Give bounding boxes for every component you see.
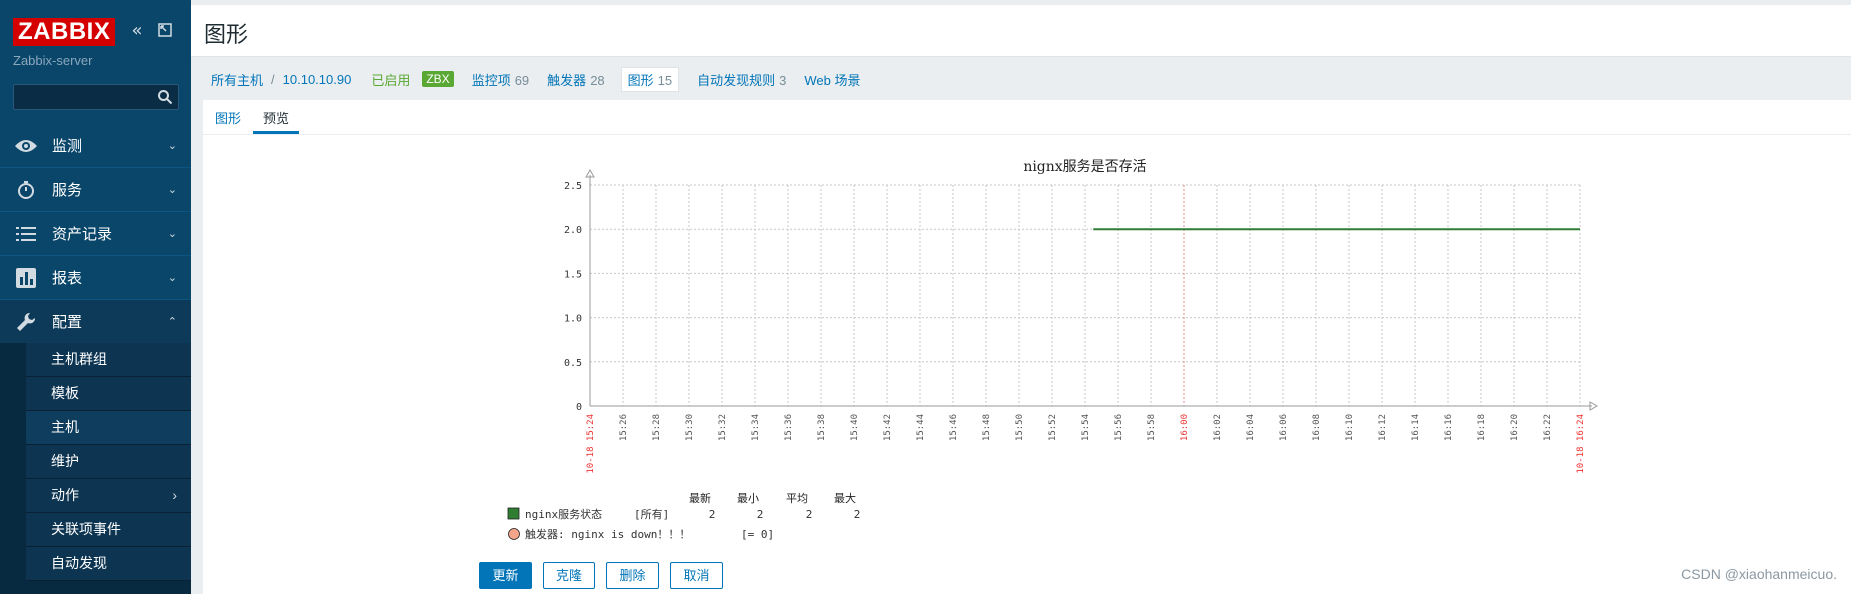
- x-tick-label: 16:08: [1312, 414, 1322, 441]
- x-tick-label: 16:00: [1180, 414, 1190, 441]
- x-tick-label: 15:48: [982, 414, 992, 441]
- legend-series-name: nginx服务状态: [525, 507, 602, 521]
- legend-header: 最新: [689, 491, 711, 505]
- y-tick-label: 2.5: [564, 181, 582, 192]
- legend-value: 2: [854, 508, 861, 521]
- legend-header: 平均: [786, 492, 808, 505]
- x-tick-label: 15:30: [685, 414, 695, 441]
- x-tick-label: 16:16: [1444, 414, 1454, 441]
- x-tick-label: 16:02: [1213, 414, 1223, 441]
- x-tick-label: 15:32: [718, 414, 728, 441]
- legend-header: 最大: [834, 491, 856, 505]
- legend-value: 2: [806, 508, 813, 521]
- x-tick-label: 16:10: [1345, 414, 1355, 441]
- x-tick-label: 15:56: [1114, 414, 1124, 441]
- clone-button[interactable]: 克隆: [543, 562, 595, 589]
- x-tick-label: 15:58: [1147, 414, 1157, 441]
- watermark: CSDN @xiaohanmeicuo.: [1681, 566, 1837, 582]
- x-tick-label: 15:38: [817, 414, 827, 441]
- x-tick-label: 15:42: [883, 414, 893, 441]
- x-tick-label: 10-18 15:24: [586, 414, 596, 474]
- trigger-marker: [508, 528, 520, 540]
- x-tick-label: 15:44: [916, 414, 926, 441]
- x-tick-label: 15:34: [751, 414, 761, 441]
- chart-title: nignx服务是否存活: [1023, 159, 1146, 175]
- legend-value: 2: [757, 508, 764, 521]
- y-tick-label: 2.0: [564, 225, 582, 236]
- x-tick-label: 16:04: [1246, 414, 1256, 441]
- legend-value: 2: [709, 508, 716, 521]
- legend-swatch: [507, 507, 520, 520]
- x-tick-label: 10-18 16:24: [1576, 414, 1586, 474]
- x-tick-label: 15:52: [1048, 414, 1058, 441]
- x-tick-label: 15:50: [1015, 414, 1025, 441]
- x-tick-label: 15:40: [850, 414, 860, 441]
- graph-preview: nignx服务是否存活 0 0.5 1.0 1.5 2.0 2.5 10-18 15:24 15…: [507, 159, 1599, 541]
- cancel-button[interactable]: 取消: [670, 562, 723, 589]
- x-tick-label: 16:12: [1378, 414, 1388, 441]
- x-tick-label: 15:54: [1081, 414, 1091, 441]
- x-tick-label: 16:20: [1510, 414, 1520, 441]
- x-tick-label: 16:06: [1279, 414, 1289, 441]
- x-tick-label: 15:28: [652, 414, 662, 441]
- delete-button[interactable]: 删除: [606, 562, 659, 589]
- y-tick-label: 0.5: [564, 358, 582, 369]
- x-tick-label: 16:22: [1543, 414, 1553, 441]
- update-button[interactable]: 更新: [479, 562, 532, 589]
- y-tick-label: 0: [576, 402, 582, 413]
- trigger-condition: [= 0]: [741, 528, 774, 541]
- x-tick-label: 15:36: [784, 414, 794, 441]
- y-tick-label: 1.5: [564, 269, 582, 280]
- legend-header: 最小: [737, 492, 759, 505]
- x-tick-label: 16:14: [1411, 414, 1421, 441]
- legend-function: [所有]: [634, 507, 669, 521]
- x-tick-label: 15:46: [949, 414, 959, 441]
- y-tick-label: 1.0: [564, 314, 582, 325]
- x-tick-label: 16:18: [1477, 414, 1487, 441]
- trigger-label: 触发器: nginx is down！！！: [525, 527, 690, 541]
- x-tick-label: 15:26: [619, 414, 629, 441]
